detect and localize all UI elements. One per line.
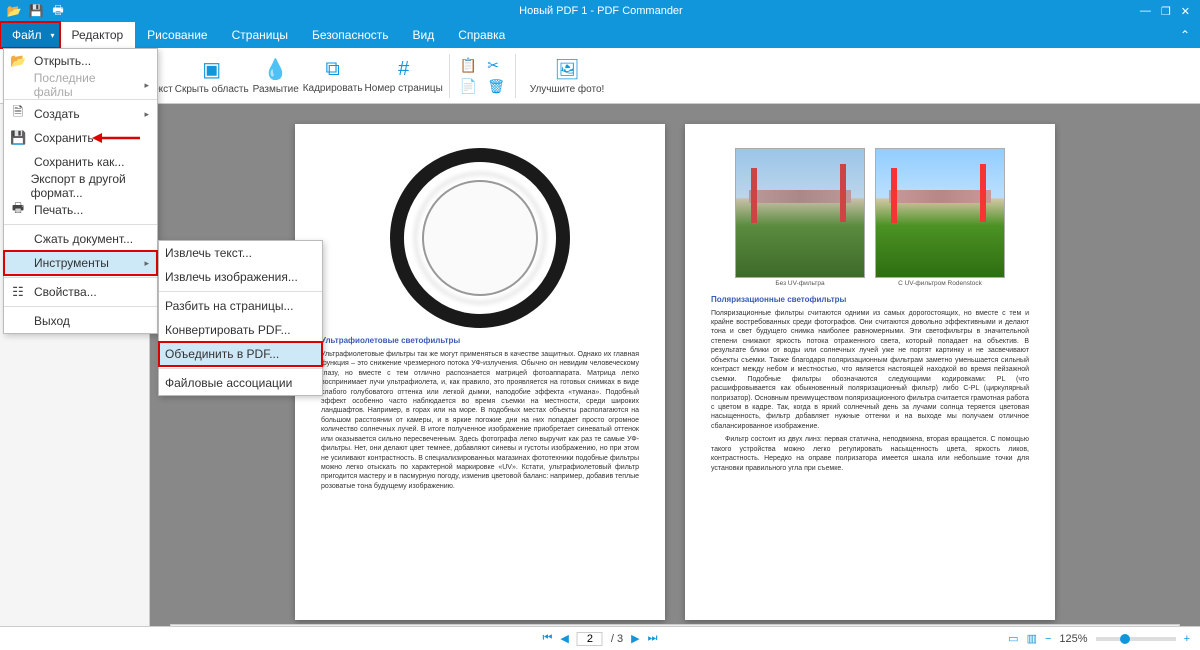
submenu-extract-img[interactable]: Извлечь изображения... [159, 265, 322, 289]
zoom-in-icon[interactable]: + [1184, 633, 1190, 645]
delete-icon[interactable]: 🗑 [487, 78, 505, 95]
submenu-assoc[interactable]: Файловые ассоциации [159, 371, 322, 395]
print-icon: 🖶 [10, 199, 26, 221]
page-input[interactable] [577, 632, 603, 646]
tab-file[interactable]: Файл [0, 22, 60, 48]
folder-icon: 📂 [10, 53, 26, 69]
tab-security[interactable]: Безопасность [300, 22, 401, 48]
crop-icon: ⧉ [325, 58, 339, 81]
chevron-right-icon: ▸ [144, 258, 149, 269]
statusbar: ⏮ ◀ / 3 ▶ ⏭ ▭ ▥ − 125% + [0, 626, 1200, 650]
blur-icon: 💧 [263, 57, 288, 82]
enhance-button[interactable]: 🖼Улучшите фото! [522, 50, 612, 102]
zoom-slider[interactable] [1096, 637, 1176, 641]
menu-save[interactable]: 💾Сохранить [4, 126, 157, 150]
heading-polar: Поляризационные светофильтры [711, 295, 1029, 306]
photo-with-filter [875, 148, 1005, 278]
heading-uv: Ультрафиолетовые светофильтры [321, 336, 639, 347]
chevron-right-icon: ▸ [144, 109, 149, 120]
submenu-merge[interactable]: Объединить в PDF... [159, 342, 322, 366]
blur-button[interactable]: 💧Размытие [251, 50, 301, 102]
new-icon: 🗎 [10, 103, 26, 125]
toolbar: ↶ ↷ TᴛТекст ▦Выделить текст ▣Скрыть обла… [0, 48, 1200, 104]
two-page-icon[interactable]: ▥ [1027, 632, 1037, 645]
single-page-icon[interactable]: ▭ [1008, 632, 1018, 645]
pagenum-button[interactable]: #Номер страницы [365, 50, 443, 102]
zoom-value: 125% [1059, 633, 1087, 645]
copy-icon[interactable]: 📋 [460, 57, 477, 74]
prev-page-icon[interactable]: ◀ [560, 632, 568, 645]
props-icon: ☷ [10, 284, 26, 300]
menu-create[interactable]: 🗎Создать▸ [4, 102, 157, 126]
page-right: Без UV-фильтра С UV-фильтром Rodenstock … [685, 124, 1055, 620]
next-page-icon[interactable]: ▶ [631, 632, 639, 645]
menu-print[interactable]: 🖶Печать... [4, 198, 157, 222]
close-icon[interactable]: ✕ [1181, 5, 1190, 18]
menu-saveas[interactable]: Сохранить как... [4, 150, 157, 174]
lens-illustration [390, 148, 570, 328]
file-dropdown: 📂Открыть... Последние файлы▸ 🗎Создать▸ 💾… [3, 48, 158, 334]
submenu-split[interactable]: Разбить на страницы... [159, 294, 322, 318]
chevron-right-icon: ▸ [144, 80, 149, 91]
hide-button[interactable]: ▣Скрыть область [175, 50, 249, 102]
menu-export[interactable]: Экспорт в другой формат... [4, 174, 157, 198]
hash-icon: # [398, 58, 409, 81]
menu-props[interactable]: ☷Свойства... [4, 280, 157, 304]
print-icon[interactable]: 🖶 [50, 3, 66, 19]
tab-pages[interactable]: Страницы [220, 22, 300, 48]
paste-icon[interactable]: 📄 [460, 78, 477, 95]
tab-view[interactable]: Вид [401, 22, 447, 48]
cut-icon[interactable]: ✂ [487, 57, 505, 74]
submenu-convert[interactable]: Конвертировать PDF... [159, 318, 322, 342]
submenu-extract-text[interactable]: Извлечь текст... [159, 241, 322, 265]
photo-no-filter [735, 148, 865, 278]
menu-recent: Последние файлы▸ [4, 73, 157, 97]
maximize-icon[interactable]: ❐ [1161, 5, 1171, 18]
menu-tools[interactable]: Инструменты▸ [4, 251, 157, 275]
menubar: Файл Редактор Рисование Страницы Безопас… [0, 22, 1200, 48]
minimize-icon[interactable]: — [1140, 5, 1151, 18]
crop-button[interactable]: ⧉Кадрировать [303, 50, 363, 102]
window-title: Новый PDF 1 - PDF Commander [72, 5, 1130, 17]
page-left: Ультрафиолетовые светофильтры Ультрафиол… [295, 124, 665, 620]
menu-exit[interactable]: Выход [4, 309, 157, 333]
first-page-icon[interactable]: ⏮ [543, 632, 553, 645]
page-navigator: ⏮ ◀ / 3 ▶ ⏭ [543, 632, 658, 646]
menu-compress[interactable]: Сжать документ... [4, 227, 157, 251]
tab-help[interactable]: Справка [446, 22, 517, 48]
image-icon: 🖼 [554, 57, 579, 82]
menu-open[interactable]: 📂Открыть... [4, 49, 157, 73]
titlebar: 📂 💾 🖶 Новый PDF 1 - PDF Commander — ❐ ✕ [0, 0, 1200, 22]
save-icon: 💾 [10, 130, 26, 146]
save-icon[interactable]: 💾 [28, 3, 44, 19]
annotation-arrow [92, 131, 142, 145]
hide-icon: ▣ [202, 57, 221, 82]
last-page-icon[interactable]: ⏭ [648, 632, 658, 645]
zoom-out-icon[interactable]: − [1045, 633, 1051, 645]
tab-drawing[interactable]: Рисование [135, 22, 219, 48]
open-icon[interactable]: 📂 [6, 3, 22, 19]
tab-editor[interactable]: Редактор [60, 22, 136, 48]
tools-submenu: Извлечь текст... Извлечь изображения... … [158, 240, 323, 396]
collapse-ribbon-icon[interactable]: ⌃ [1170, 22, 1200, 48]
